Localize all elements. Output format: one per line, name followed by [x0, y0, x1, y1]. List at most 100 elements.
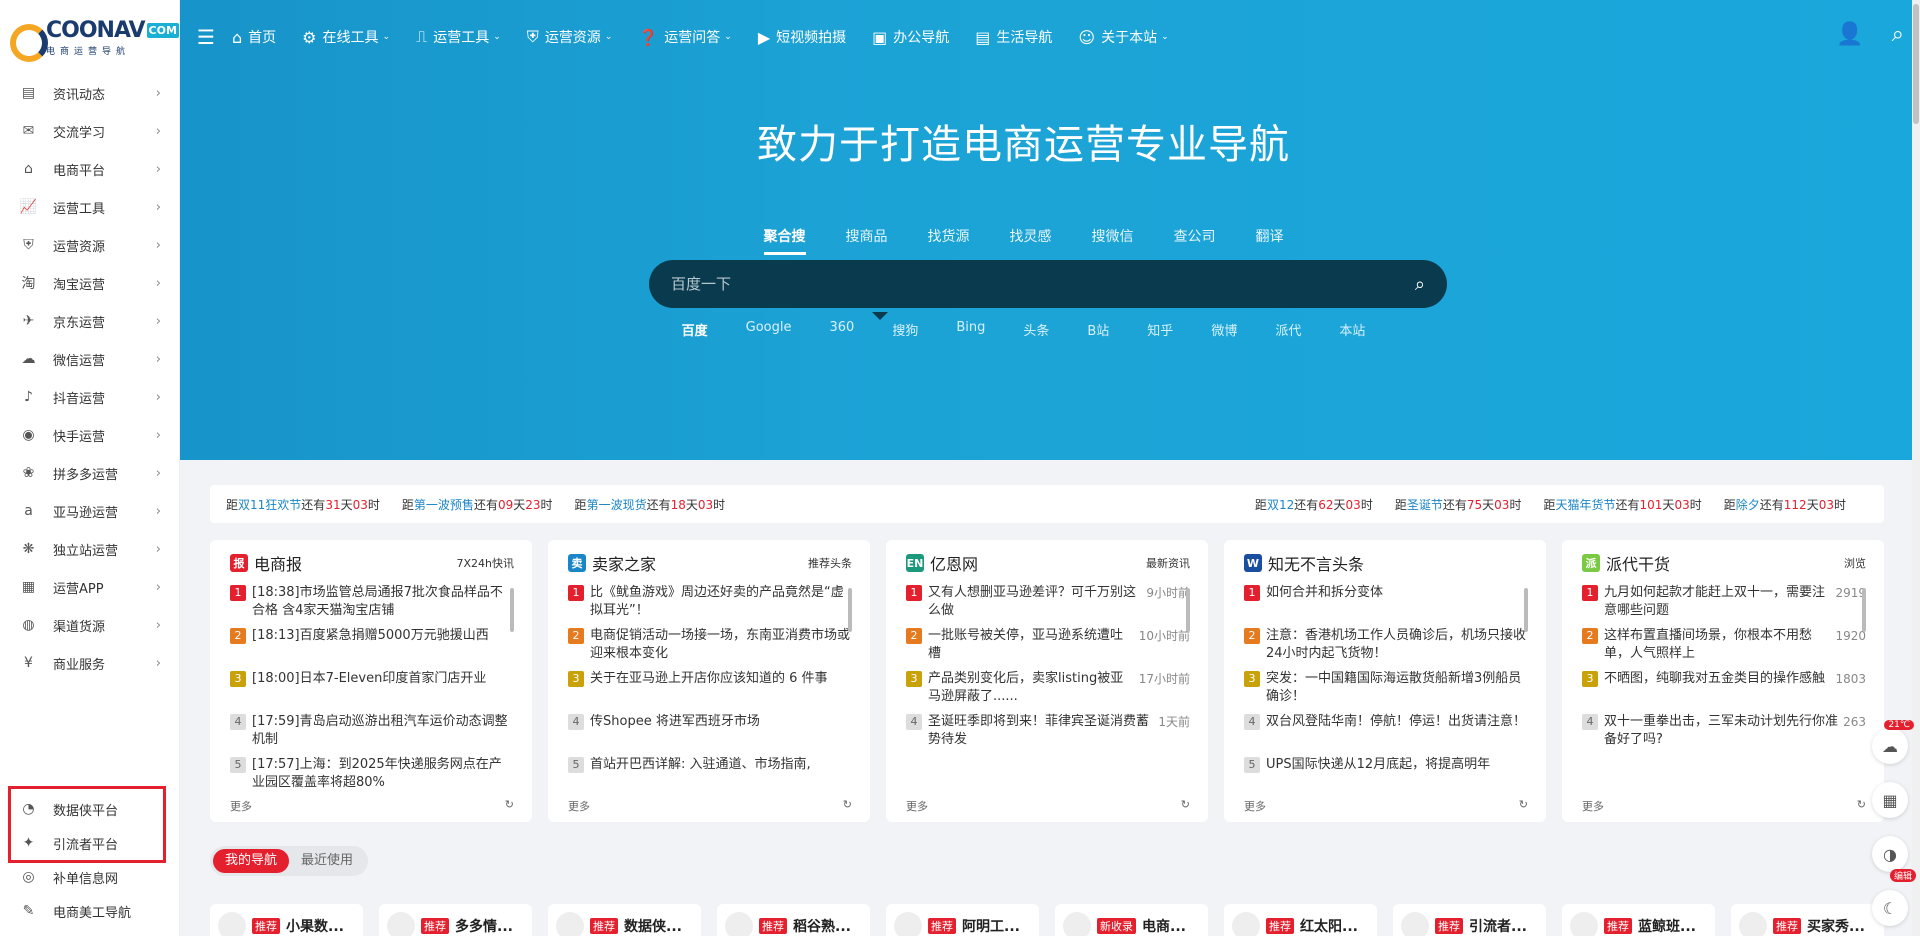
search-tab[interactable]: 找货源	[928, 226, 970, 255]
news-item[interactable]: 1 又有人想删亚马逊差评？可千万别这么做 9小时前	[906, 584, 1190, 620]
search-engine[interactable]: 360	[829, 320, 854, 339]
search-engine[interactable]: Google	[746, 320, 792, 339]
sidebar-item[interactable]: ◍ 渠道货源 ›	[0, 606, 179, 644]
card-scrollbar[interactable]	[1186, 588, 1190, 632]
menu-toggle-icon[interactable]: ☰	[180, 25, 232, 49]
search-tab[interactable]: 搜商品	[846, 226, 888, 255]
site-card[interactable]: 推荐 红太阳...	[1224, 904, 1377, 936]
search-tab[interactable]: 聚合搜	[763, 226, 806, 255]
sidebar-item[interactable]: ◉ 快手运营 ›	[0, 416, 179, 454]
nav-item[interactable]: ⎍ 运营工具 ⌄	[416, 27, 501, 47]
countdown-event[interactable]: 双11狂欢节	[238, 498, 301, 512]
countdown-event[interactable]: 第一波预售	[414, 498, 474, 512]
search-engine[interactable]: 微博	[1211, 320, 1237, 339]
sidebar-item[interactable]: 📈 运营工具 ›	[0, 188, 179, 226]
search-engine[interactable]: 头条	[1023, 320, 1049, 339]
news-item[interactable]: 4 双十一重拳出击，三军未动计划先行你准备好了吗? 263	[1582, 713, 1866, 749]
site-card[interactable]: 推荐 数据侠...	[548, 904, 701, 936]
search-input[interactable]	[671, 275, 1415, 293]
calculator-button[interactable]: ▦	[1872, 782, 1908, 818]
more-link[interactable]: 更多	[230, 798, 252, 814]
sidebar-item[interactable]: 淘 淘宝运营 ›	[0, 264, 179, 302]
search-engine[interactable]: 本站	[1339, 320, 1365, 339]
site-card[interactable]: 推荐 买家秀...	[1731, 904, 1884, 936]
search-tab[interactable]: 翻译	[1256, 226, 1284, 255]
card-title[interactable]: 知无不言头条	[1268, 551, 1364, 575]
news-item[interactable]: 4 [17:59]青岛启动巡游出租汽车运价动态调整机制	[230, 713, 514, 749]
sidebar-bottom-item[interactable]: ✎ 电商美工导航	[0, 894, 180, 928]
nav-item[interactable]: ▤ 生活导航	[975, 27, 1052, 47]
countdown-event[interactable]: 除夕	[1736, 498, 1760, 512]
sidebar-bottom-item[interactable]: ✦ 引流者平台	[0, 826, 180, 860]
sidebar-item[interactable]: ¥ 商业服务 ›	[0, 644, 179, 682]
search-engine[interactable]: 派代	[1275, 320, 1301, 339]
sidebar-item[interactable]: ⛨ 运营资源 ›	[0, 226, 179, 264]
site-card[interactable]: 新收录 电商...	[1055, 904, 1208, 936]
card-title[interactable]: 亿恩网	[930, 551, 978, 575]
nav-item[interactable]: ❓ 运营问答 ⌄	[638, 27, 731, 47]
countdown-event[interactable]: 第一波现货	[587, 498, 647, 512]
site-card[interactable]: 推荐 小果数...	[210, 904, 363, 936]
search-icon[interactable]: ⌕	[1892, 22, 1904, 47]
search-submit-icon[interactable]: ⌕	[1415, 274, 1425, 295]
refresh-icon[interactable]: ↻	[1857, 798, 1866, 814]
search-engine[interactable]: B站	[1087, 320, 1109, 339]
weather-button[interactable]: ☁ 21℃	[1872, 720, 1914, 764]
site-card[interactable]: 推荐 稻谷熟...	[717, 904, 870, 936]
nav-item[interactable]: ▶ 短视频拍摄	[758, 27, 846, 47]
search-engine[interactable]: 知乎	[1147, 320, 1173, 339]
news-item[interactable]: 1 [18:38]市场监管总局通报7批次食品样品不合格 含4家天猫淘宝店铺	[230, 584, 514, 620]
news-item[interactable]: 4 双台风登陆华南！停航！停运！出货请注意！	[1244, 713, 1528, 749]
news-item[interactable]: 5 首站开巴西详解: 入驻通道、市场指南,	[568, 756, 852, 792]
user-icon[interactable]: 👤	[1836, 22, 1863, 47]
news-item[interactable]: 2 一批账号被关停，亚马逊系统遭吐槽 10小时前	[906, 627, 1190, 663]
nav-item[interactable]: ☺ 关于本站 ⌄	[1078, 27, 1168, 47]
news-item[interactable]: 3 关于在亚马逊上开店你应该知道的 6 件事	[568, 670, 852, 706]
refresh-icon[interactable]: ↻	[505, 798, 514, 814]
sidebar-item[interactable]: ❀ 拼多多运营 ›	[0, 454, 179, 492]
news-item[interactable]: 3 不晒图，纯聊我对五金类目的操作感触 1803	[1582, 670, 1866, 706]
sidebar-bottom-item[interactable]: ◔ 数据侠平台	[0, 792, 180, 826]
news-item[interactable]: 2 电商促销活动一场接一场，东南亚消费市场或迎来根本变化	[568, 627, 852, 663]
search-engine[interactable]: Bing	[956, 320, 985, 339]
card-title[interactable]: 派代干货	[1606, 551, 1670, 575]
nav-item[interactable]: ▣ 办公导航	[872, 27, 949, 47]
nav-item[interactable]: ⚙ 在线工具 ⌄	[302, 27, 390, 47]
site-logo[interactable]: COONAV COM 电商运营导航	[0, 0, 179, 74]
news-item[interactable]: 1 九月如何起款才能赶上双十一，需要注意哪些问题 2919	[1582, 584, 1866, 620]
sidebar-item[interactable]: ▦ 运营APP ›	[0, 568, 179, 606]
card-scrollbar[interactable]	[848, 588, 852, 632]
site-card[interactable]: 推荐 阿明工...	[886, 904, 1039, 936]
nav-tab[interactable]: 最近使用	[289, 849, 365, 873]
card-scrollbar[interactable]	[1862, 588, 1866, 632]
news-item[interactable]: 5 UPS国际快递从12月底起，将提高明年	[1244, 756, 1528, 792]
news-item[interactable]: 4 传Shopee 将进军西班牙市场	[568, 713, 852, 749]
nav-tab[interactable]: 我的导航	[213, 849, 290, 873]
site-card[interactable]: 推荐 蓝鲸班...	[1562, 904, 1715, 936]
news-item[interactable]: 5 [17:57]上海：到2025年快递服务网点在产业园区覆盖率将超80%	[230, 756, 514, 792]
sidebar-bottom-item[interactable]: ◎ 补单信息网	[0, 860, 180, 894]
news-item[interactable]: 3 [18:00]日本7-Eleven印度首家门店开业	[230, 670, 514, 706]
countdown-event[interactable]: 天猫年货节	[1555, 498, 1615, 512]
countdown-event[interactable]: 圣诞节	[1407, 498, 1443, 512]
sidebar-item[interactable]: ☁ 微信运营 ›	[0, 340, 179, 378]
news-item[interactable]: 2 这样布置直播间场景，你根本不用愁单，人气照样上 1920	[1582, 627, 1866, 663]
search-engine[interactable]: 百度	[682, 320, 708, 339]
refresh-icon[interactable]: ↻	[1181, 798, 1190, 814]
sidebar-item[interactable]: ♪ 抖音运营 ›	[0, 378, 179, 416]
sidebar-item[interactable]: a 亚马逊运营 ›	[0, 492, 179, 530]
sidebar-item[interactable]: ▤ 资讯动态 ›	[0, 74, 179, 112]
more-link[interactable]: 更多	[1244, 798, 1266, 814]
sidebar-item[interactable]: ✈ 京东运营 ›	[0, 302, 179, 340]
countdown-event[interactable]: 双12	[1267, 498, 1294, 512]
more-link[interactable]: 更多	[906, 798, 928, 814]
news-item[interactable]: 2 注意：香港机场工作人员确诊后，机场只接收24小时内起飞货物！	[1244, 627, 1528, 663]
card-title[interactable]: 卖家之家	[592, 551, 656, 575]
sidebar-item[interactable]: ✉ 交流学习 ›	[0, 112, 179, 150]
more-link[interactable]: 更多	[1582, 798, 1604, 814]
search-tab[interactable]: 搜微信	[1092, 226, 1134, 255]
card-scrollbar[interactable]	[1524, 588, 1528, 632]
card-scrollbar[interactable]	[510, 588, 514, 632]
refresh-icon[interactable]: ↻	[843, 798, 852, 814]
site-card[interactable]: 推荐 引流者...	[1393, 904, 1546, 936]
